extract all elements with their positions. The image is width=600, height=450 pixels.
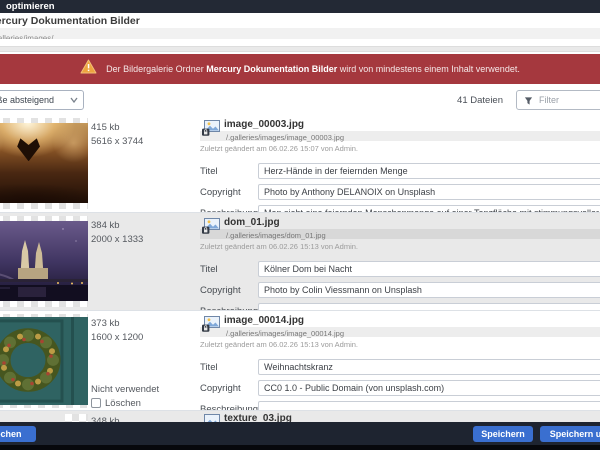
thumbnail-concert-crowd [0,118,88,209]
save-and-close-button[interactable]: Speichern und schließen [540,426,600,442]
copyright-input[interactable] [258,282,600,298]
footer-bar: Abbrechen Speichern Speichern und schlie… [0,422,600,445]
sort-select[interactable]: Größe absteigend [0,90,84,110]
filter-box [516,90,600,110]
thumbnail-cologne-cathedral [0,216,88,307]
file-path: /.galleries/images/image_00003.jpg [226,133,344,142]
copyright-label: Copyright [200,187,258,198]
delete-checkbox[interactable] [91,398,101,408]
file-name[interactable]: dom_01.jpg [224,217,600,229]
copyright-input[interactable] [258,380,600,396]
cancel-button[interactable]: Abbrechen [0,426,36,442]
breadcrumb-bar: /.galleries/images/ [0,28,600,39]
window-titlebar: optimieren [0,0,600,13]
file-list: 415 kb 5616 x 3744 image_00003.jpg [0,115,600,450]
file-path: /.galleries/images/image_00014.jpg [226,329,344,338]
file-name[interactable]: image_00014.jpg [224,315,600,327]
divider [0,46,600,52]
save-button[interactable]: Speichern [473,426,533,442]
file-modified: Zuletzt geändert am 06.02.26 15:13 von A… [200,242,600,251]
warning-banner: Der Bildergalerie Ordner Mercury Dokumen… [0,54,600,84]
warning-text: Der Bildergalerie Ordner Mercury Dokumen… [106,64,520,74]
file-path-bar: /.galleries/images/image_00014.jpg [200,327,600,337]
warning-folder-name: Mercury Dokumentation Bilder [206,64,337,74]
file-detail: image_00003.jpg /.galleries/images/image… [200,119,600,221]
file-modified: Zuletzt geändert am 06.02.26 15:13 von A… [200,340,600,349]
title-input[interactable] [258,261,600,277]
thumbnail-christmas-wreath [0,314,88,408]
file-row-image-00003: 415 kb 5616 x 3744 image_00003.jpg [0,115,600,212]
photo-concert-crowd [0,123,88,203]
file-detail: dom_01.jpg /.galleries/images/dom_01.jpg… [200,217,600,319]
title-input[interactable] [258,359,600,375]
file-size: 415 kb [91,121,143,135]
image-file-lock-icon [202,316,220,337]
not-used-label: Nicht verwendet [91,383,159,397]
window-title: optimieren [6,1,55,12]
file-header: image_00014.jpg /.galleries/images/image… [200,315,600,337]
title-label: Titel [200,264,258,275]
sort-select-value: Größe absteigend [0,95,54,105]
file-dimensions: 5616 x 3744 [91,135,143,149]
title-input[interactable] [258,163,600,179]
image-file-lock-icon [202,120,220,141]
file-path-bar: /.galleries/images/dom_01.jpg [200,229,600,239]
file-name[interactable]: image_00003.jpg [224,119,600,131]
file-header: image_00003.jpg /.galleries/images/image… [200,119,600,141]
file-dimensions: 1600 x 1200 [91,331,143,345]
bottom-strip [0,445,600,450]
file-size: 373 kb [91,317,143,331]
title-label: Titel [200,362,258,373]
filter-input[interactable] [517,91,600,109]
file-meta: 373 kb 1600 x 1200 [91,317,143,345]
file-meta: 415 kb 5616 x 3744 [91,121,143,149]
breadcrumb: /.galleries/images/ [0,33,53,39]
file-row-dom-01: 384 kb 2000 x 1333 dom_01.jpg /. [0,212,600,310]
file-dimensions: 2000 x 1333 [91,233,143,247]
file-path: /.galleries/images/dom_01.jpg [226,231,326,240]
title-label: Titel [200,166,258,177]
file-header: dom_01.jpg /.galleries/images/dom_01.jpg [200,217,600,239]
file-meta: 384 kb 2000 x 1333 [91,219,143,247]
file-row-image-00014: 373 kb 1600 x 1200 Nicht verwendet Lösch… [0,310,600,410]
delete-label: Löschen [105,398,141,409]
copyright-input[interactable] [258,184,600,200]
copyright-label: Copyright [200,383,258,394]
file-detail: image_00014.jpg /.galleries/images/image… [200,315,600,417]
file-path-bar: /.galleries/images/image_00003.jpg [200,131,600,141]
photo-cologne-cathedral [0,221,88,301]
copyright-label: Copyright [200,285,258,296]
file-size: 384 kb [91,219,143,233]
warning-icon [80,59,97,79]
usage-flags: Nicht verwendet Löschen [91,383,159,411]
photo-christmas-wreath [0,317,88,405]
image-file-lock-icon [202,218,220,239]
file-count: 41 Dateien [457,95,503,106]
page-title: Mercury Dokumentation Bilder [0,15,140,27]
file-modified: Zuletzt geändert am 06.02.26 15:07 von A… [200,144,600,153]
chevron-down-icon [70,97,78,103]
